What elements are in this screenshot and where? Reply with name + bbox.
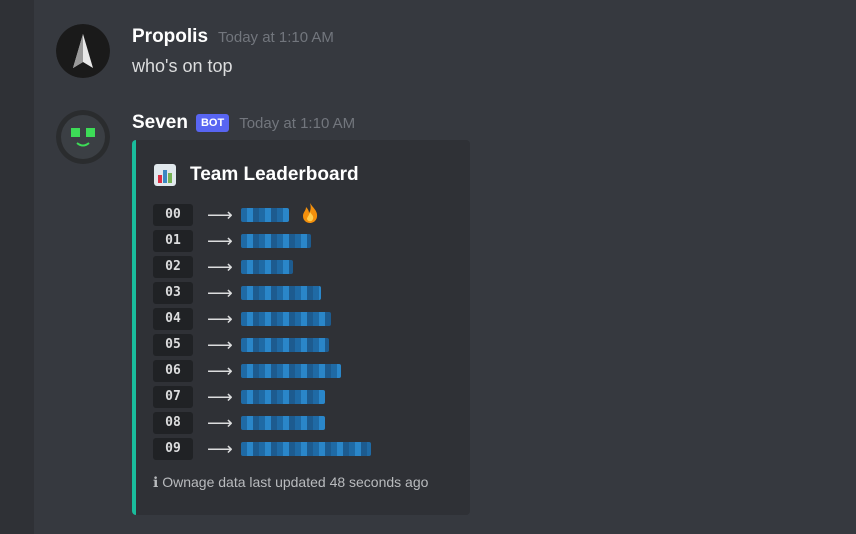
leaderboard-row: 09 ⟶ [153, 436, 371, 462]
arrow: ⟶ [207, 412, 233, 433]
message-propolis: Propolis Today at 1:10 AM who's on top [56, 0, 836, 90]
rank-code: 04 [153, 308, 193, 330]
info-icon: ℹ [153, 474, 159, 490]
bot-badge: BOT [195, 114, 230, 132]
redacted-name [241, 390, 325, 404]
leaderboard-embed: Team Leaderboard 00 ⟶ 01 ⟶ 02 ⟶ 03 ⟶ 04 … [132, 140, 470, 515]
arrow: ⟶ [207, 386, 233, 407]
leaderboard-row: 00 ⟶ [153, 202, 371, 228]
message-text: who's on top [132, 56, 233, 76]
rank-code: 06 [153, 360, 193, 382]
leaderboard-row: 05 ⟶ [153, 332, 371, 358]
redacted-name [241, 286, 321, 300]
rank-code: 02 [153, 256, 193, 278]
redacted-name [241, 208, 289, 222]
leaderboard-row: 06 ⟶ [153, 358, 371, 384]
leaderboard-row: 08 ⟶ [153, 410, 371, 436]
arrow: ⟶ [207, 282, 233, 303]
bot-face-icon [56, 110, 110, 164]
rank-code: 03 [153, 282, 193, 304]
timestamp: Today at 1:10 AM [218, 28, 334, 46]
arrow: ⟶ [207, 230, 233, 251]
fire-icon [299, 202, 321, 229]
arrowhead-logo-icon [56, 24, 110, 78]
username[interactable]: Seven [132, 112, 188, 134]
left-rail [0, 0, 34, 534]
redacted-name [241, 312, 331, 326]
leaderboard-row: 02 ⟶ [153, 254, 371, 280]
arrow: ⟶ [207, 334, 233, 355]
avatar[interactable] [56, 24, 110, 78]
footer-text: Ownage data last updated 48 seconds ago [162, 474, 429, 490]
leaderboard-row: 01 ⟶ [153, 228, 371, 254]
leaderboard-row: 07 ⟶ [153, 384, 371, 410]
redacted-name [241, 364, 341, 378]
rank-code: 08 [153, 412, 193, 434]
avatar[interactable] [56, 110, 110, 164]
embed-title-text: Team Leaderboard [190, 164, 359, 185]
redacted-name [241, 260, 293, 274]
redacted-name [241, 416, 325, 430]
redacted-name [241, 234, 311, 248]
arrow: ⟶ [207, 438, 233, 459]
rank-code: 01 [153, 230, 193, 252]
redacted-name [241, 338, 329, 352]
redacted-name [241, 442, 371, 456]
embed-title: Team Leaderboard [154, 164, 359, 186]
leaderboard-row: 04 ⟶ [153, 306, 371, 332]
leaderboard-row: 03 ⟶ [153, 280, 371, 306]
arrow: ⟶ [207, 360, 233, 381]
leaderboard-list: 00 ⟶ 01 ⟶ 02 ⟶ 03 ⟶ 04 ⟶ 05 ⟶ 06 ⟶ 07 ⟶ … [153, 202, 371, 462]
rank-code: 09 [153, 438, 193, 460]
username[interactable]: Propolis [132, 26, 208, 48]
embed-footer: ℹ Ownage data last updated 48 seconds ag… [153, 474, 428, 491]
rank-code: 00 [153, 204, 193, 226]
rank-code: 05 [153, 334, 193, 356]
timestamp: Today at 1:10 AM [239, 114, 356, 132]
arrow: ⟶ [207, 256, 233, 277]
arrow: ⟶ [207, 308, 233, 329]
rank-code: 07 [153, 386, 193, 408]
arrow: ⟶ [207, 204, 233, 225]
bar-chart-icon [154, 164, 176, 186]
